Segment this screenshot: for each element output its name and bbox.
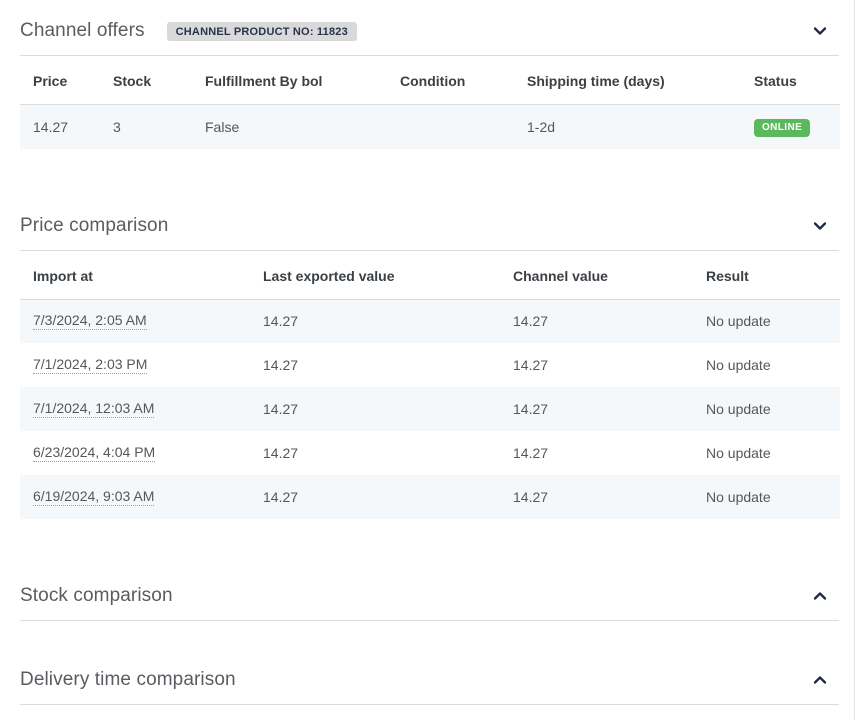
offer-fulfillment: False xyxy=(192,105,387,149)
col-shipping-time: Shipping time (days) xyxy=(514,56,741,105)
chevron-down-icon[interactable] xyxy=(809,215,831,237)
import-at-link[interactable]: 6/23/2024, 4:04 PM xyxy=(33,444,155,462)
price-comparison-table: Import at Last exported value Channel va… xyxy=(20,251,840,520)
offer-condition xyxy=(387,105,514,149)
col-status: Status xyxy=(741,56,840,105)
channel-value: 14.27 xyxy=(500,475,693,519)
col-result: Result xyxy=(693,251,840,300)
table-row: 14.27 3 False 1-2d ONLINE xyxy=(20,105,840,149)
section-header-channel-offers[interactable]: Channel offers CHANNEL PRODUCT NO: 11823 xyxy=(20,14,839,56)
result-value: No update xyxy=(693,431,840,475)
chevron-down-icon[interactable] xyxy=(809,20,831,42)
result-value: No update xyxy=(693,387,840,431)
table-row: 7/1/2024, 12:03 AM 14.27 14.27 No update xyxy=(20,387,840,431)
import-at-link[interactable]: 7/3/2024, 2:05 AM xyxy=(33,312,147,330)
channel-product-no-badge: CHANNEL PRODUCT NO: 11823 xyxy=(167,22,357,41)
col-price: Price xyxy=(20,56,100,105)
import-at-link[interactable]: 6/19/2024, 9:03 AM xyxy=(33,488,154,506)
price-comparison-header-row: Import at Last exported value Channel va… xyxy=(20,251,840,300)
result-value: No update xyxy=(693,299,840,343)
channel-value: 14.27 xyxy=(500,431,693,475)
section-header-stock-comparison[interactable]: Stock comparison xyxy=(20,579,839,621)
col-stock: Stock xyxy=(100,56,192,105)
channel-offers-header-row: Price Stock Fulfillment By bol Condition… xyxy=(20,56,840,105)
col-fulfillment: Fulfillment By bol xyxy=(192,56,387,105)
col-channel-value: Channel value xyxy=(500,251,693,300)
section-title-stock-comparison: Stock comparison xyxy=(20,585,173,607)
table-row: 6/19/2024, 9:03 AM 14.27 14.27 No update xyxy=(20,475,840,519)
channel-value: 14.27 xyxy=(500,299,693,343)
status-badge: ONLINE xyxy=(754,119,810,137)
col-condition: Condition xyxy=(387,56,514,105)
section-title-delivery-time-comparison: Delivery time comparison xyxy=(20,669,236,691)
offer-price: 14.27 xyxy=(20,105,100,149)
channel-detail-panel: Channel offers CHANNEL PRODUCT NO: 11823… xyxy=(0,0,855,720)
last-exported-value: 14.27 xyxy=(250,475,500,519)
result-value: No update xyxy=(693,343,840,387)
last-exported-value: 14.27 xyxy=(250,431,500,475)
section-title-price-comparison: Price comparison xyxy=(20,215,168,237)
import-at-link[interactable]: 7/1/2024, 2:03 PM xyxy=(33,356,147,374)
table-row: 6/23/2024, 4:04 PM 14.27 14.27 No update xyxy=(20,431,840,475)
offer-status-cell: ONLINE xyxy=(741,105,840,149)
section-header-delivery-time-comparison[interactable]: Delivery time comparison xyxy=(20,663,839,705)
channel-offers-table: Price Stock Fulfillment By bol Condition… xyxy=(20,56,840,149)
chevron-up-icon[interactable] xyxy=(809,585,831,607)
offer-stock: 3 xyxy=(100,105,192,149)
import-at-link[interactable]: 7/1/2024, 12:03 AM xyxy=(33,400,154,418)
last-exported-value: 14.27 xyxy=(250,387,500,431)
table-row: 7/3/2024, 2:05 AM 14.27 14.27 No update xyxy=(20,299,840,343)
col-import-at: Import at xyxy=(20,251,250,300)
section-title-channel-offers: Channel offers xyxy=(20,20,145,42)
result-value: No update xyxy=(693,475,840,519)
table-row: 7/1/2024, 2:03 PM 14.27 14.27 No update xyxy=(20,343,840,387)
col-last-exported: Last exported value xyxy=(250,251,500,300)
channel-value: 14.27 xyxy=(500,387,693,431)
offer-shipping-time: 1-2d xyxy=(514,105,741,149)
last-exported-value: 14.27 xyxy=(250,299,500,343)
chevron-up-icon[interactable] xyxy=(809,669,831,691)
last-exported-value: 14.27 xyxy=(250,343,500,387)
section-header-price-comparison[interactable]: Price comparison xyxy=(20,209,839,251)
channel-value: 14.27 xyxy=(500,343,693,387)
